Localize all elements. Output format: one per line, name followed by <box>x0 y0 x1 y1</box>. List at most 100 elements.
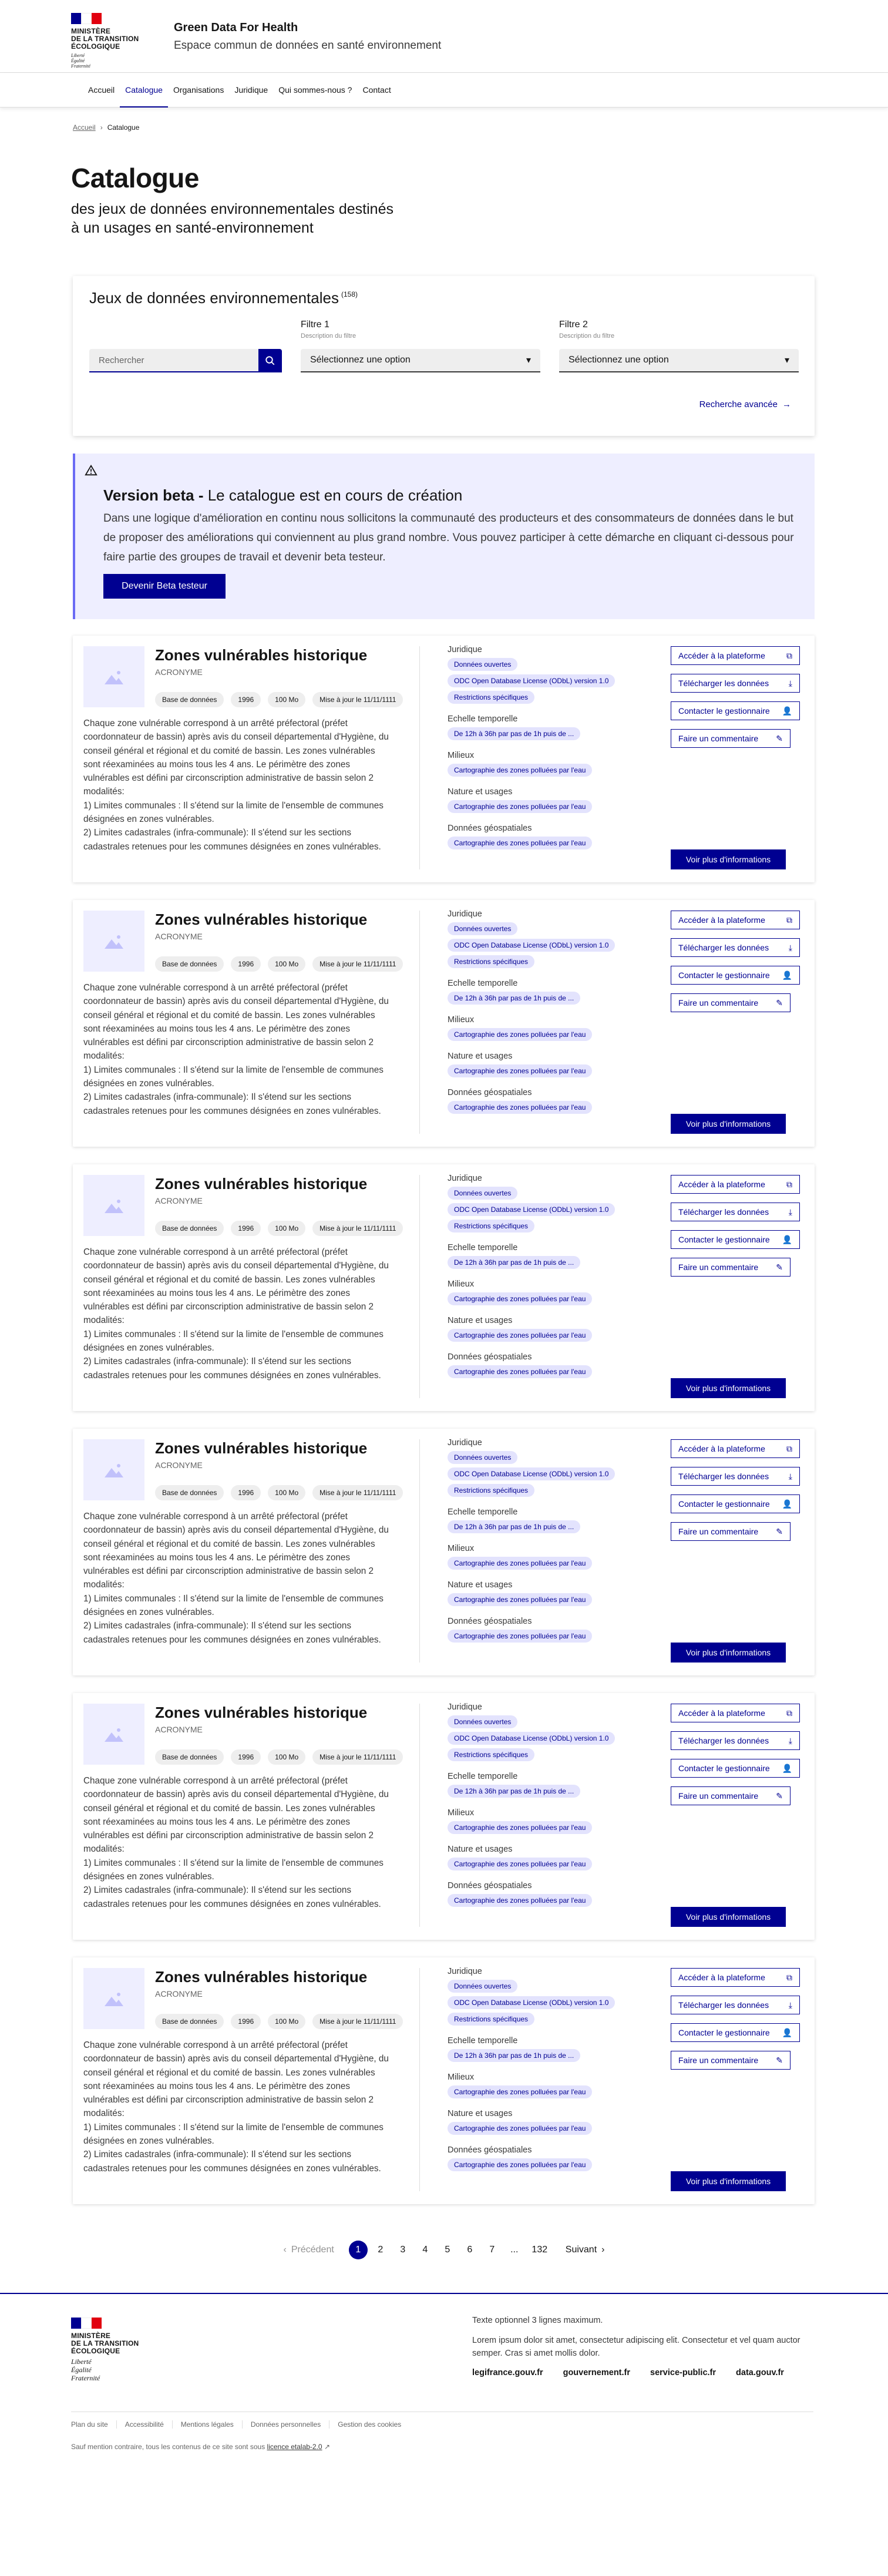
download-data-button[interactable]: Télécharger les données ⤓ <box>671 1996 800 2014</box>
comment-button[interactable]: Faire un commentaire ✎ <box>671 729 791 748</box>
user-icon: 👤 <box>782 970 792 980</box>
site-title-block[interactable]: Green Data For Health Espace commun de d… <box>174 21 441 52</box>
access-platform-button[interactable]: Accéder à la plateforme ⧉ <box>671 911 800 929</box>
footer-link-accessibilite[interactable]: Accessibilité <box>116 2420 172 2429</box>
more-info-button[interactable]: Voir plus d'informations <box>671 1643 786 1663</box>
meta-label-echelle: Echelle temporelle <box>448 979 518 988</box>
footer-link-gouvernement[interactable]: gouvernement.fr <box>563 2368 630 2377</box>
meta-label-milieux: Milieux <box>448 1808 475 1818</box>
dataset-acronym: ACRONYME <box>155 1196 203 1205</box>
contact-manager-button[interactable]: Contacter le gestionnaire 👤 <box>671 1494 800 1513</box>
pagination-page[interactable]: 5 <box>436 2239 459 2261</box>
external-link-icon: ⧉ <box>786 915 792 925</box>
dataset-tags: Base de données 1996 100 Mo Mise à jour le … <box>155 692 403 707</box>
pagination-page[interactable]: 6 <box>459 2239 481 2261</box>
tag-update: Mise à jour le 11/11/1111 <box>312 956 403 972</box>
dataset-metadata: Juridique Données ouvertes ODC Open Databa… <box>448 909 641 1124</box>
pagination-page[interactable]: 1 <box>348 2241 368 2259</box>
contact-manager-button[interactable]: Contacter le gestionnaire 👤 <box>671 966 800 985</box>
contact-manager-button[interactable]: Contacter le gestionnaire 👤 <box>671 1230 800 1249</box>
nav-qui-sommes-nous[interactable]: Qui sommes-nous ? <box>273 73 357 108</box>
more-info-button[interactable]: Voir plus d'informations <box>671 849 786 869</box>
nav-juridique[interactable]: Juridique <box>229 73 273 108</box>
access-platform-button[interactable]: Accéder à la plateforme ⧉ <box>671 1968 800 1987</box>
page-title: Catalogue <box>71 163 199 193</box>
footer-link-plan[interactable]: Plan du site <box>71 2420 116 2429</box>
download-data-button[interactable]: Télécharger les données ⤓ <box>671 674 800 693</box>
comment-button[interactable]: Faire un commentaire ✎ <box>671 1258 791 1277</box>
nav-contact[interactable]: Contact <box>357 73 396 108</box>
footer-link-legifrance[interactable]: legifrance.gouv.fr <box>472 2368 543 2377</box>
footer-link-donnees[interactable]: Données personnelles <box>241 2420 329 2429</box>
nav-organisations[interactable]: Organisations <box>168 73 229 108</box>
become-beta-tester-button[interactable]: Devenir Beta testeur <box>103 574 226 599</box>
more-info-button[interactable]: Voir plus d'informations <box>671 1378 786 1398</box>
comment-button[interactable]: Faire un commentaire ✎ <box>671 1786 791 1805</box>
access-platform-button[interactable]: Accéder à la plateforme ⧉ <box>671 1175 800 1194</box>
footer-ministry-logo[interactable]: MINISTÈRE DE LA TRANSITION ÉCOLOGIQUE Li… <box>71 2318 159 2382</box>
tag-size: 100 Mo <box>268 2014 306 2029</box>
meta-label-echelle: Echelle temporelle <box>448 1243 518 1252</box>
footer-bottom-links: Plan du site Accessibilité Mentions léga… <box>71 2420 813 2429</box>
comment-button[interactable]: Faire un commentaire ✎ <box>671 993 791 1012</box>
ministry-name: MINISTÈRE DE LA TRANSITION ÉCOLOGIQUE <box>71 27 139 51</box>
pagination-previous[interactable]: ‹ Précédent <box>284 2245 334 2255</box>
dataset-title[interactable]: Zones vulnérables historique <box>155 1968 367 1986</box>
footer-link-data-gouv[interactable]: data.gouv.fr <box>736 2368 784 2377</box>
dataset-title[interactable]: Zones vulnérables historique <box>155 911 367 929</box>
ministry-logo[interactable]: MINISTÈRE DE LA TRANSITION ÉCOLOGIQUE Li… <box>71 13 147 69</box>
license-link[interactable]: licence etalab-2.0 <box>267 2443 322 2451</box>
download-data-button[interactable]: Télécharger les données ⤓ <box>671 1203 800 1221</box>
tag-year: 1996 <box>231 956 261 972</box>
meta-badge: Cartographie des zones polluées par l'ea… <box>448 1292 593 1305</box>
site-name: Green Data For Health <box>174 21 298 34</box>
meta-badge: Données ouvertes <box>448 1451 518 1464</box>
pagination-page[interactable]: 4 <box>414 2239 436 2261</box>
breadcrumb-home-link[interactable]: Accueil <box>73 123 96 132</box>
dataset-title[interactable]: Zones vulnérables historique <box>155 1175 367 1193</box>
dataset-title[interactable]: Zones vulnérables historique <box>155 646 367 664</box>
filter-2-select[interactable]: Sélectionnez une option ▾ <box>559 349 799 372</box>
filter-1-select[interactable]: Sélectionnez une option ▾ <box>301 349 540 372</box>
footer-link-cookies[interactable]: Gestion des cookies <box>329 2420 409 2429</box>
meta-badge: De 12h à 36h par pas de 1h puis de ... <box>448 1785 581 1798</box>
pencil-icon: ✎ <box>776 1262 783 1272</box>
access-platform-button[interactable]: Accéder à la plateforme ⧉ <box>671 646 800 665</box>
advanced-search-link[interactable]: Recherche avancée → <box>699 399 791 409</box>
download-data-button[interactable]: Télécharger les données ⤓ <box>671 1467 800 1486</box>
access-platform-button[interactable]: Accéder à la plateforme ⧉ <box>671 1439 800 1458</box>
search-button[interactable] <box>258 349 282 372</box>
footer-link-service-public[interactable]: service-public.fr <box>650 2368 716 2377</box>
meta-badge: Cartographie des zones polluées par l'ea… <box>448 1630 593 1643</box>
pagination-page[interactable]: 7 <box>481 2239 503 2261</box>
pagination-page[interactable]: 2 <box>369 2239 392 2261</box>
tag-update: Mise à jour le 11/11/1111 <box>312 1485 403 1500</box>
dataset-card: Zones vulnérables historique ACRONYME Base… <box>73 1429 815 1675</box>
meta-badge: Cartographie des zones polluées par l'ea… <box>448 1365 593 1378</box>
meta-label-juridique: Juridique <box>448 1702 482 1712</box>
pagination-next[interactable]: Suivant › <box>566 2245 605 2255</box>
download-data-button[interactable]: Télécharger les données ⤓ <box>671 938 800 957</box>
comment-button[interactable]: Faire un commentaire ✎ <box>671 1522 791 1541</box>
more-info-button[interactable]: Voir plus d'informations <box>671 1114 786 1134</box>
footer-link-mentions[interactable]: Mentions légales <box>171 2420 242 2429</box>
pagination-page[interactable]: 3 <box>392 2239 414 2261</box>
contact-manager-button[interactable]: Contacter le gestionnaire 👤 <box>671 2023 800 2042</box>
beta-title: Version beta - Le catalogue est en cours… <box>103 486 463 504</box>
nav-accueil[interactable]: Accueil <box>83 73 120 108</box>
comment-button[interactable]: Faire un commentaire ✎ <box>671 2051 791 2070</box>
dataset-title[interactable]: Zones vulnérables historique <box>155 1439 367 1457</box>
more-info-button[interactable]: Voir plus d'informations <box>671 2171 786 2191</box>
access-platform-button[interactable]: Accéder à la plateforme ⧉ <box>671 1704 800 1722</box>
pagination-page[interactable]: 132 <box>526 2239 554 2261</box>
meta-badge: Cartographie des zones polluées par l'ea… <box>448 1858 593 1870</box>
search-input[interactable] <box>89 349 258 372</box>
footer-text-optional: Texte optionnel 3 lignes maximum. <box>472 2316 603 2325</box>
contact-manager-button[interactable]: Contacter le gestionnaire 👤 <box>671 1759 800 1778</box>
more-info-button[interactable]: Voir plus d'informations <box>671 1907 786 1927</box>
filter-1-label: Filtre 1 <box>301 320 329 330</box>
dataset-title[interactable]: Zones vulnérables historique <box>155 1704 367 1722</box>
contact-manager-button[interactable]: Contacter le gestionnaire 👤 <box>671 701 800 720</box>
nav-catalogue[interactable]: Catalogue <box>120 73 168 108</box>
download-data-button[interactable]: Télécharger les données ⤓ <box>671 1731 800 1750</box>
